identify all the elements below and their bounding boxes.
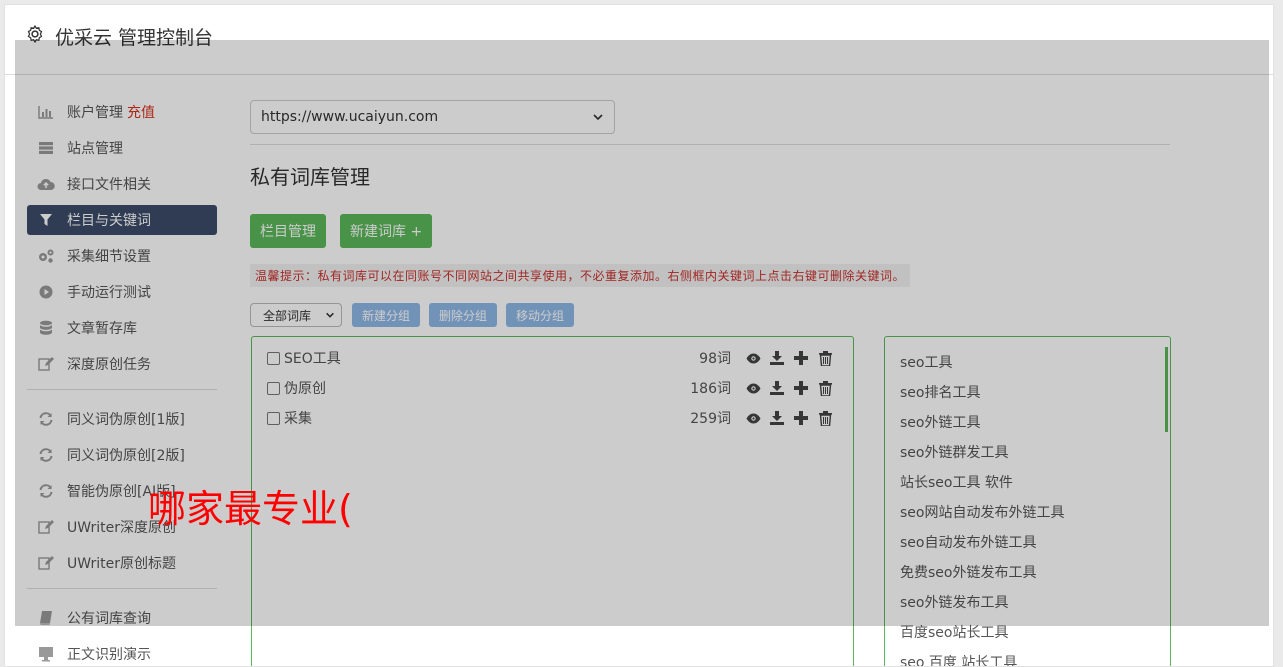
keyword-item[interactable]: seo 百度 站长工具: [900, 652, 1017, 666]
dim-overlay: [15, 40, 1269, 626]
sidebar-item[interactable]: 正文识别演示: [27, 639, 217, 666]
monitor-icon: [37, 645, 55, 663]
sidebar-item-label: 正文识别演示: [67, 647, 151, 663]
overlay-caption: 哪家最专业(: [148, 487, 353, 531]
